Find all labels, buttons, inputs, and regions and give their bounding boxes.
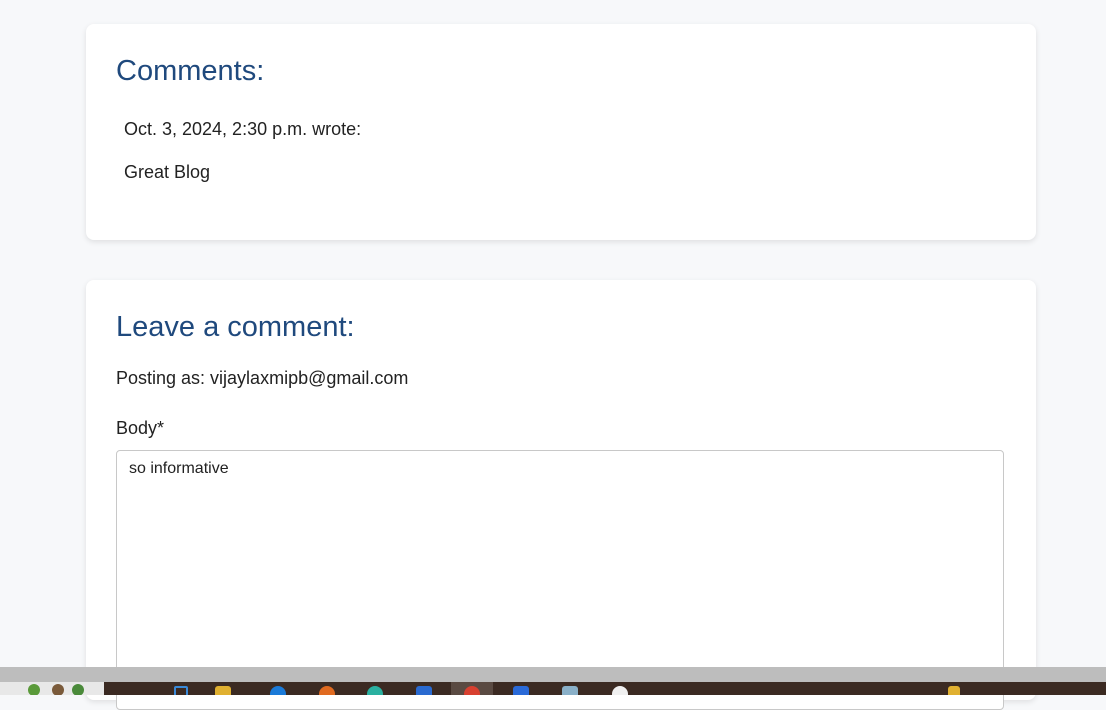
- chrome-icon[interactable]: [464, 686, 480, 695]
- comments-heading: Comments:: [116, 55, 265, 87]
- tree-icon: [28, 684, 40, 695]
- word-icon[interactable]: [513, 686, 529, 695]
- tree-icon-3: [72, 684, 84, 695]
- white-circle-icon[interactable]: [612, 686, 628, 695]
- body-label: Body*: [116, 418, 165, 438]
- comments-card: Comments: Oct. 3, 2024, 2:30 p.m. wrote:…: [86, 24, 1036, 240]
- notepad-icon[interactable]: [562, 686, 578, 695]
- folder-icon[interactable]: [215, 686, 231, 695]
- horizontal-scrollbar[interactable]: [0, 667, 1106, 682]
- leave-comment-heading: Leave a comment:: [116, 311, 355, 343]
- file-explorer-icon[interactable]: [174, 686, 188, 695]
- taskbar: [0, 682, 1106, 695]
- comment-meta: Oct. 3, 2024, 2:30 p.m. wrote:: [124, 119, 362, 139]
- edge-icon[interactable]: [270, 686, 286, 695]
- notification-icon[interactable]: [948, 686, 960, 695]
- taskbar-start-area[interactable]: [0, 682, 104, 695]
- firefox-icon[interactable]: [319, 686, 335, 695]
- mail-icon[interactable]: [416, 686, 432, 695]
- leave-comment-card: Leave a comment: Posting as: vijaylaxmip…: [86, 280, 1036, 710]
- chrome-alt-icon[interactable]: [367, 686, 383, 695]
- posting-as-text: Posting as: vijaylaxmipb@gmail.com: [116, 368, 409, 388]
- tree-icon-2: [52, 684, 64, 695]
- comment-body: Great Blog: [124, 162, 211, 182]
